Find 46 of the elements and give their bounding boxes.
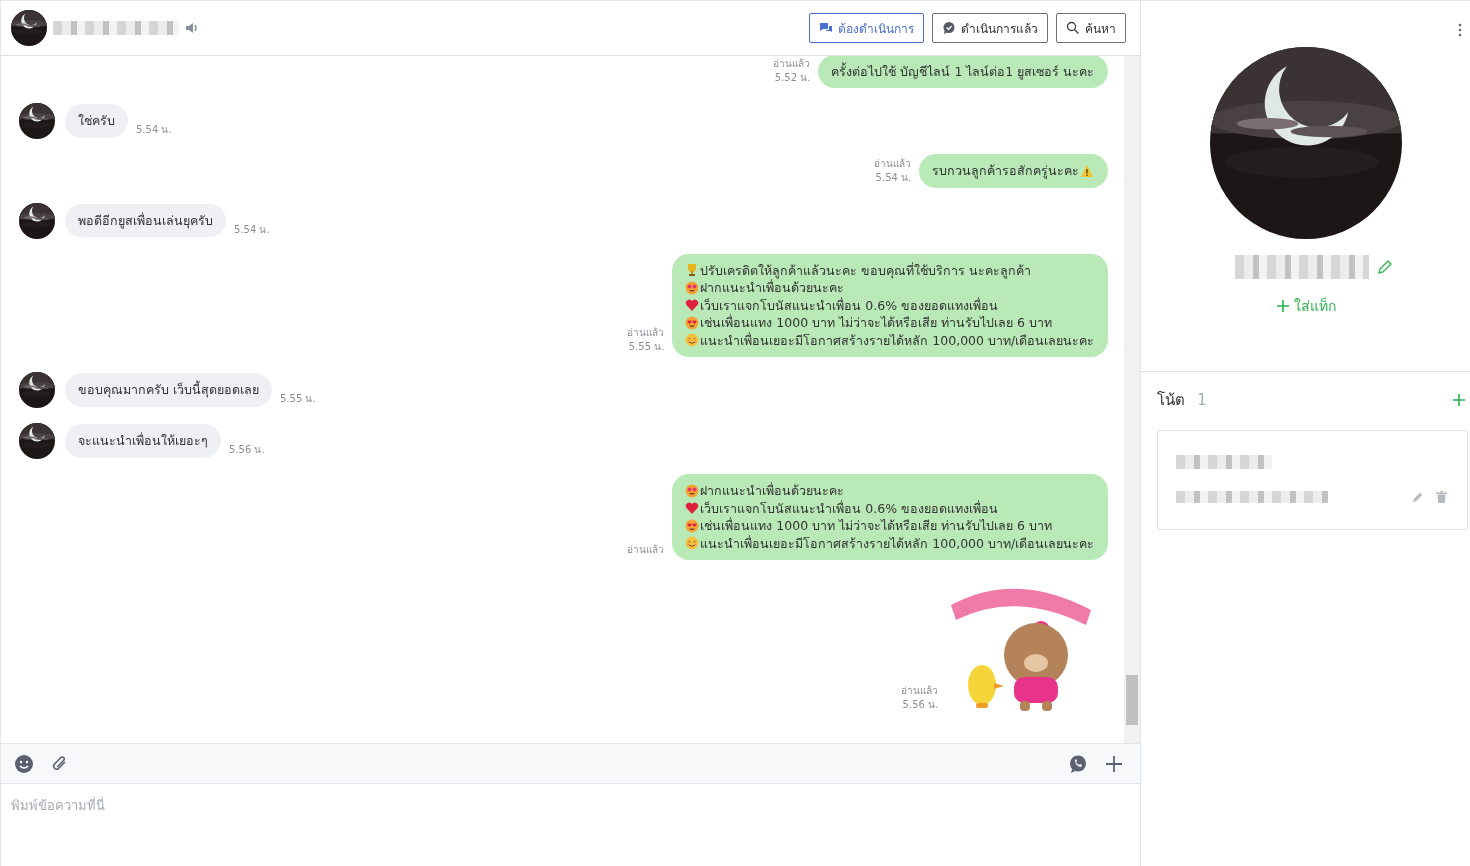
- message-bubble: จะแนะนำเพื่อนให้เยอะๆ: [65, 424, 221, 458]
- heart-eyes-face-icon: [685, 315, 700, 330]
- message-time: 5.54 น.: [136, 123, 172, 137]
- header-button[interactable]: ดำเนินการแล้ว: [932, 13, 1049, 43]
- message-time: 5.55 น.: [280, 392, 316, 406]
- plus-icon[interactable]: [1104, 753, 1125, 774]
- header-button[interactable]: ค้นหา: [1056, 13, 1127, 43]
- message-time: 5.56 น.: [229, 443, 265, 457]
- check-bubble-icon: [942, 21, 957, 35]
- scrollbar[interactable]: [1124, 56, 1141, 743]
- message-time: 5.54 น.: [875, 170, 912, 185]
- header-button[interactable]: ต้องดำเนินการ: [809, 13, 925, 43]
- heart-eyes-face-icon: [685, 518, 700, 533]
- message-bubble: รบกวนลูกค้ารอสักครู่นะคะ: [919, 154, 1109, 188]
- message-bubble: ครั้งต่อไปใช้ บัญชีไลน์ 1 ไลน์ต่อ1 ยูสเซอร์ นะคะ: [818, 56, 1109, 88]
- speaker-icon: [185, 22, 199, 34]
- message-bubble: ขอบคุณมากครับ เว็บนี้สุดยอดเลย: [65, 373, 272, 407]
- message-time: 5.52 น.: [774, 71, 811, 85]
- read-receipt: อ่านแล้ว: [773, 57, 811, 71]
- warning-icon: [1080, 163, 1095, 178]
- search-icon: [1066, 21, 1081, 35]
- message-time: 5.54 น.: [234, 222, 270, 237]
- plus-icon: [1275, 299, 1290, 313]
- message-bubble: ปรับเครดิตให้ลูกค้าแล้วนะคะ ขอบคุณที่ใช้บริการ นะคะลูกค้า ฝากแนะนำเพื่อนด้วยนะคะ เว็บเราแจกโบนัสแนะนำเพื่อน 0.6% ของยอดแทงเพื่อน เช่นเพื่อนแทง 1000 บาท ไม่ว่าจะได้หรือเสีย ท่านรับไปเลย 6 บาท แนะนำเพื่อนเยอะมีโอกาศสร้างรายได้หลัก 100,000 บาท/เดือนเลยนะคะ: [672, 253, 1109, 357]
- star-eyes-face-icon: [685, 280, 700, 295]
- read-receipt: อ่านแล้ว: [627, 543, 665, 557]
- heart-icon: [685, 501, 700, 516]
- phone-bubble-icon[interactable]: [1068, 753, 1089, 774]
- message-bubble: พอดีอีกยูสเพื่อนเล่นยุครับ: [65, 203, 226, 238]
- more-options-icon: [1458, 23, 1462, 37]
- message-time: 5.55 น.: [628, 340, 665, 354]
- chat-bubbles-icon: [819, 21, 834, 35]
- message-bubble: ฝากแนะนำเพื่อนด้วยนะคะ เว็บเราแจกโบนัสแนะนำเพื่อน 0.6% ของยอดแทงเพื่อน เช่นเพื่อนแทง 1000 บาท ไม่ว่าจะได้หรือเสีย ท่านรับไปเลย 6 บาท แนะนำเพื่อนเยอะมีโอกาศสร้างรายได้หลัก 100,000 บาท/เดือนเลยนะคะ: [672, 474, 1109, 560]
- notes-count: 1: [1197, 391, 1207, 409]
- pencil-icon: [1376, 259, 1393, 275]
- read-receipt: อ่านแล้ว: [627, 326, 665, 340]
- smiling-face-icon: [685, 536, 700, 551]
- message-bubble: ใช่ครับ: [65, 104, 128, 138]
- heart-icon: [685, 298, 700, 313]
- star-eyes-face-icon: [685, 483, 700, 498]
- message-time: 5.56 น.: [902, 698, 939, 712]
- read-receipt: อ่านแล้ว: [901, 684, 939, 698]
- notes-title: โน้ต: [1157, 390, 1186, 411]
- smiley-icon[interactable]: [14, 753, 34, 774]
- smiling-face-icon: [685, 333, 700, 348]
- read-receipt: อ่านแล้ว: [874, 156, 912, 171]
